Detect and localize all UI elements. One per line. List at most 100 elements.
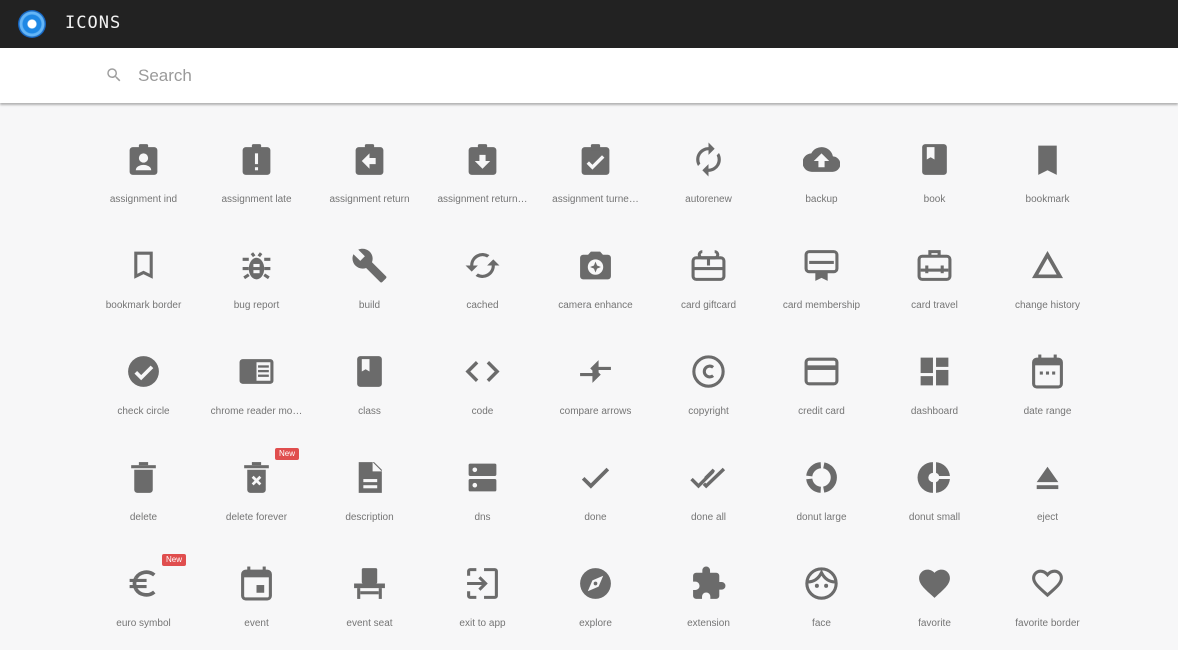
icon-tile[interactable]: card giftcard <box>652 211 765 317</box>
icon-tile[interactable]: donut large <box>765 423 878 529</box>
euro-symbol-icon <box>129 570 156 597</box>
delete-forever-icon <box>244 462 269 493</box>
icon-label: assignment late <box>221 194 292 205</box>
icon-label: favorite border <box>1015 618 1080 629</box>
icon-tile[interactable]: favorite border <box>991 529 1103 635</box>
icon-label: dns <box>474 512 491 523</box>
icon-label: face <box>812 618 831 629</box>
chrome-reader-mode-icon <box>239 359 274 384</box>
cached-icon <box>465 253 500 278</box>
icon-tile[interactable]: bookmark border <box>87 211 200 317</box>
copyright-icon <box>692 355 725 388</box>
icon-tile[interactable]: date range <box>991 317 1103 423</box>
icon-tile[interactable]: assignment return <box>313 105 426 211</box>
icon-label: donut small <box>908 512 961 523</box>
assignment-turned-in-icon <box>581 144 610 175</box>
icon-label: assignment turne… <box>552 194 639 205</box>
icon-label: event seat <box>346 618 393 629</box>
icon-tile[interactable]: assignment return… <box>426 105 539 211</box>
icon-tile[interactable]: assignment late <box>200 105 313 211</box>
camera-enhance-icon <box>580 251 611 280</box>
compare-arrows-icon <box>580 360 611 383</box>
assignment-returned-icon <box>468 144 497 175</box>
icon-label: delete <box>129 512 158 523</box>
icon-tile[interactable]: card membership <box>765 211 878 317</box>
icon-tile[interactable]: credit card <box>765 317 878 423</box>
icon-tile[interactable]: bug report <box>200 211 313 317</box>
icon-tile[interactable]: exit to app <box>426 529 539 635</box>
icon-label: backup <box>805 194 838 205</box>
icon-label: camera enhance <box>558 300 633 311</box>
icon-tile[interactable]: face <box>765 529 878 635</box>
icon-label: done all <box>690 512 727 523</box>
icon-tile[interactable]: explore <box>539 529 652 635</box>
icon-tile[interactable]: done all <box>652 423 765 529</box>
eject-icon <box>1036 466 1059 490</box>
icon-tile[interactable]: compare arrows <box>539 317 652 423</box>
icon-label: description <box>345 512 394 523</box>
icon-label: event <box>244 618 269 629</box>
icon-label: card travel <box>911 300 958 311</box>
icon-tile[interactable]: donut small <box>878 423 991 529</box>
change-history-icon <box>1031 250 1064 279</box>
icon-tile[interactable]: dashboard <box>878 317 991 423</box>
icon-label: chrome reader mo… <box>210 406 303 417</box>
delete-icon <box>131 462 156 493</box>
icon-tile[interactable]: delete <box>87 423 200 529</box>
icon-tile[interactable]: event <box>200 529 313 635</box>
face-icon <box>805 567 838 600</box>
donut-small-icon <box>917 462 950 493</box>
icon-tile[interactable]: class <box>313 317 426 423</box>
icon-tile[interactable]: description <box>313 423 426 529</box>
icon-label: change history <box>1014 300 1081 311</box>
icon-tile[interactable]: backup <box>765 105 878 211</box>
donut-large-icon <box>806 462 837 493</box>
icon-label: assignment return <box>329 194 410 205</box>
icon-tile[interactable]: bookmark <box>991 105 1103 211</box>
icon-label: extension <box>687 618 730 629</box>
icon-tile[interactable]: favorite <box>878 529 991 635</box>
icon-label: copyright <box>688 406 729 417</box>
icon-tile[interactable]: dns <box>426 423 539 529</box>
icon-tile[interactable]: check circle <box>87 317 200 423</box>
icon-label: assignment return… <box>437 194 528 205</box>
icon-tile[interactable]: change history <box>991 211 1103 317</box>
icon-tile[interactable]: assignment turne… <box>539 105 652 211</box>
icon-tile[interactable]: delete forever New <box>200 423 313 529</box>
icon-label: card membership <box>782 300 861 311</box>
new-badge: New <box>162 554 187 566</box>
icon-tile[interactable]: extension <box>652 529 765 635</box>
icon-tile[interactable]: build <box>313 211 426 317</box>
icon-tile[interactable]: eject <box>991 423 1103 529</box>
icon-tile[interactable]: book <box>878 105 991 211</box>
icon-label: date range <box>1023 406 1072 417</box>
icon-label: eject <box>1036 512 1059 523</box>
icon-tile[interactable]: code <box>426 317 539 423</box>
backup-icon <box>803 147 840 172</box>
icon-tile[interactable]: copyright <box>652 317 765 423</box>
assignment-return-icon <box>355 144 384 175</box>
icon-label: build <box>358 300 381 311</box>
icon-label: code <box>471 406 494 417</box>
icon-tile[interactable]: chrome reader mo… <box>200 317 313 423</box>
icon-label: favorite <box>918 618 951 629</box>
icon-label: explore <box>579 618 612 629</box>
icon-tile[interactable]: autorenew <box>652 105 765 211</box>
description-icon <box>358 462 382 493</box>
icon-tile[interactable]: cached <box>426 211 539 317</box>
code-icon <box>465 361 500 382</box>
icon-tile[interactable]: event seat <box>313 529 426 635</box>
done-icon <box>581 467 610 489</box>
app-logo[interactable] <box>18 10 46 38</box>
icon-tile[interactable]: assignment ind <box>87 105 200 211</box>
event-icon <box>241 566 272 601</box>
search-input[interactable] <box>138 63 738 89</box>
bookmark-border-icon <box>134 251 153 279</box>
icon-tile[interactable]: card travel <box>878 211 991 317</box>
new-badge: New <box>275 448 300 460</box>
dashboard-icon <box>920 357 949 386</box>
bug-report-icon <box>242 252 271 280</box>
icon-tile[interactable]: done <box>539 423 652 529</box>
icon-tile[interactable]: camera enhance <box>539 211 652 317</box>
icon-tile[interactable]: euro symbol New <box>87 529 200 635</box>
